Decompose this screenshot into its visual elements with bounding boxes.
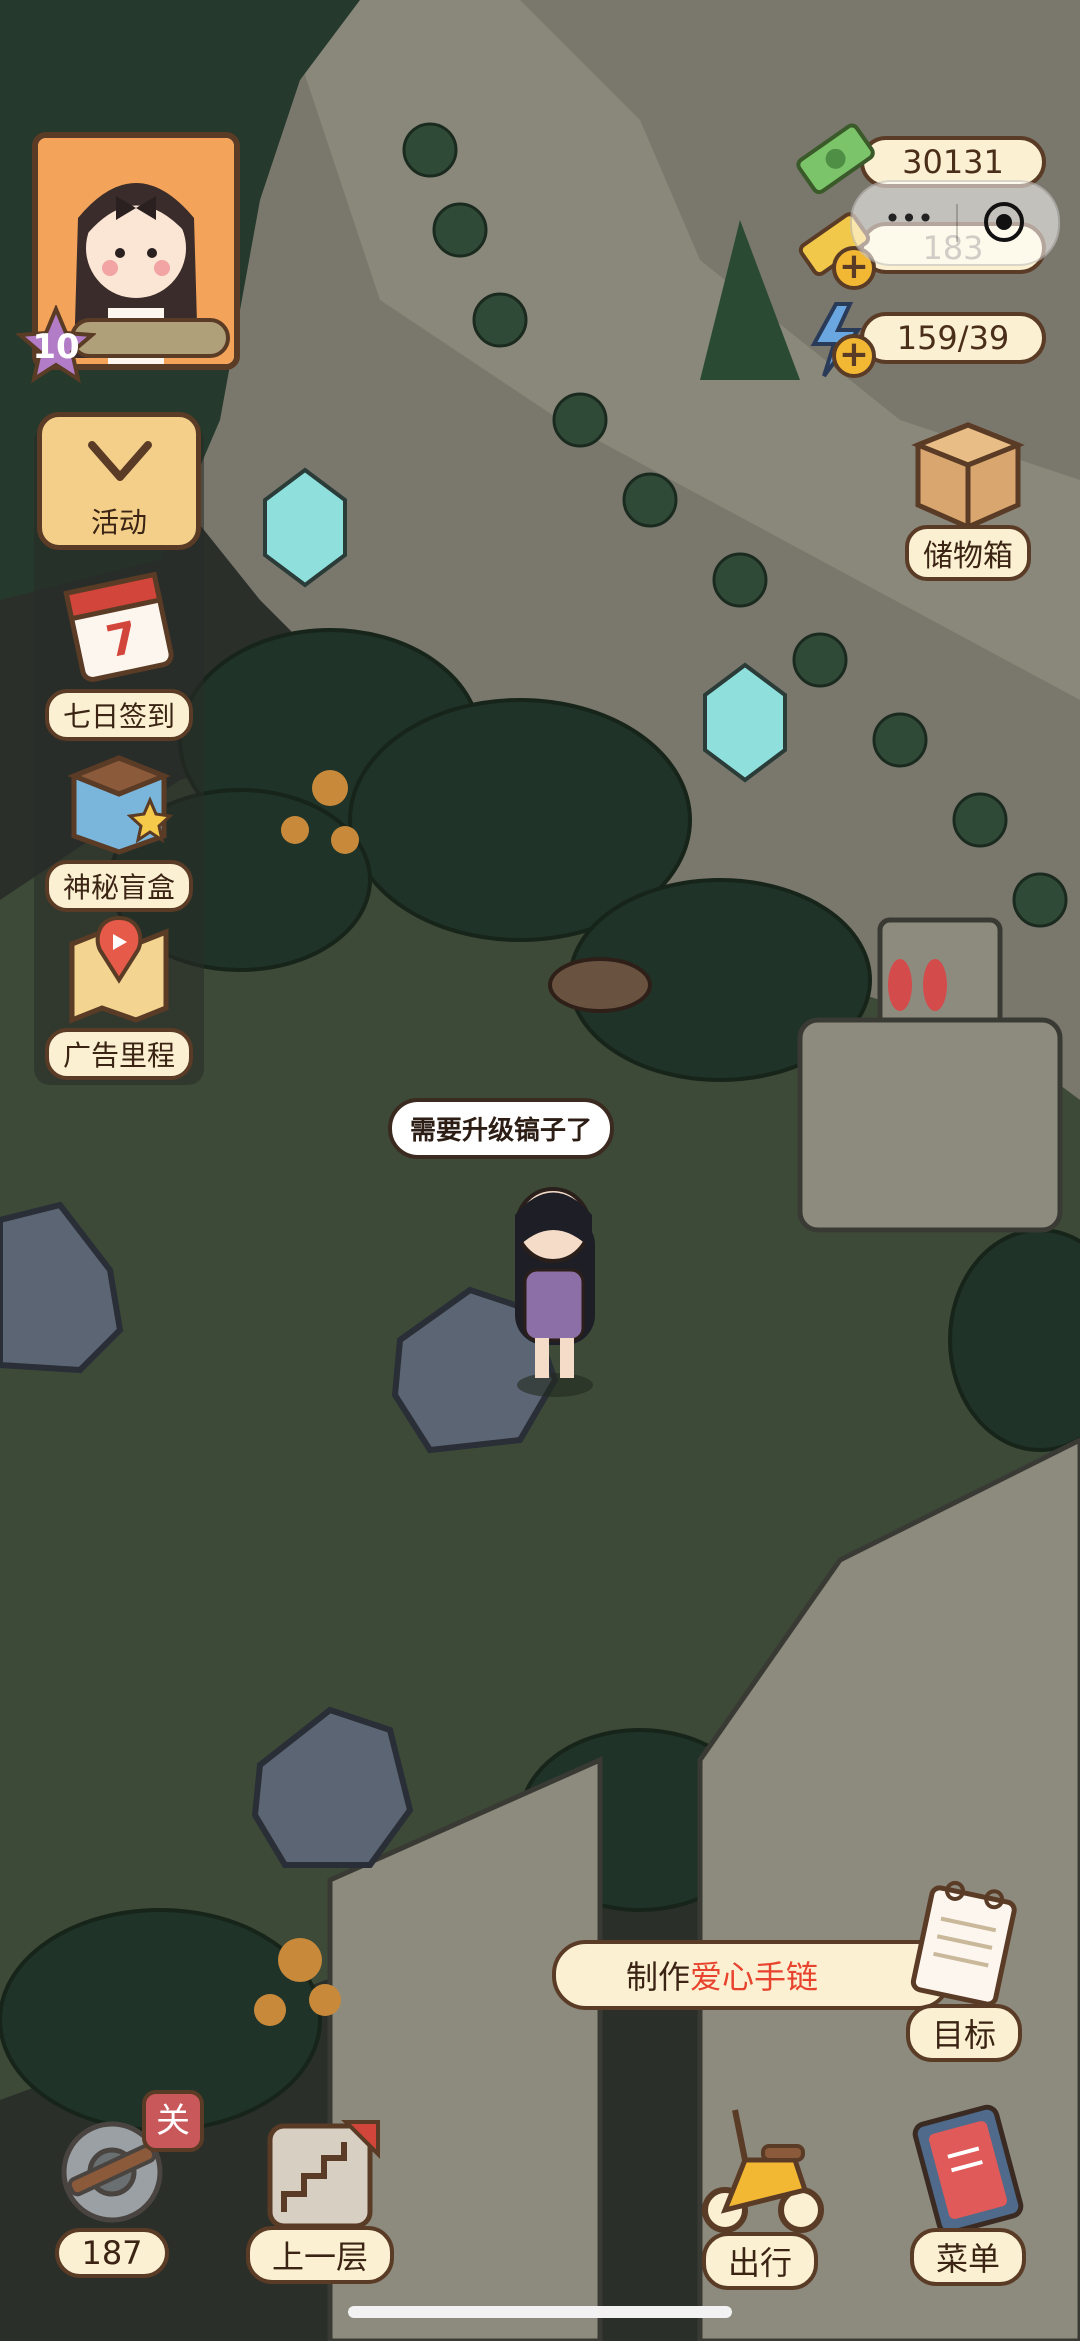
miniprogram-capsule: ••• — [850, 180, 1060, 266]
chevron-down-icon — [88, 441, 152, 481]
energy-counter: 159/39 — [860, 312, 1046, 364]
travel-button[interactable]: 出行 — [680, 2090, 840, 2290]
goal-item-name: 爱心手链 — [690, 1958, 819, 1996]
up-floor-button[interactable]: 上一层 — [240, 2108, 400, 2284]
book-icon — [912, 2104, 1024, 2236]
ad-mileage-button[interactable]: 广告里程 — [34, 908, 204, 1080]
speech-bubble: 需要升级镐子了 — [388, 1098, 615, 1159]
goal-label: 目标 — [905, 2004, 1022, 2062]
gear-badge-text: 关 — [156, 2101, 190, 2141]
mystery-box-icon — [67, 755, 174, 855]
mystery-box-button[interactable]: 神秘盲盒 — [34, 740, 204, 912]
speech-text: 需要升级镐子了 — [410, 1116, 593, 1146]
cash-value: 30131 — [902, 143, 1004, 181]
stairs-icon — [267, 2120, 380, 2229]
map-pin-icon — [69, 915, 169, 1024]
level-value: 10 — [32, 327, 80, 367]
gear-badge: 关 — [142, 2090, 204, 2152]
storage-box-label: 储物箱 — [905, 525, 1031, 581]
storage-box-button[interactable]: 储物箱 — [888, 405, 1048, 581]
seven-day-signin-label: 七日签到 — [44, 689, 193, 741]
gear-count: 187 — [55, 2228, 169, 2278]
notepad-icon — [910, 1880, 1017, 2007]
calendar-icon: 7 — [63, 571, 174, 682]
box-icon — [911, 422, 1025, 530]
capsule-divider — [956, 204, 958, 242]
ad-mileage-label: 广告里程 — [44, 1028, 193, 1080]
more-options-button[interactable]: ••• — [874, 202, 944, 235]
level-badge: 10 — [15, 303, 97, 385]
travel-label: 出行 — [701, 2232, 818, 2290]
mystery-box-label: 神秘盲盒 — [44, 860, 193, 912]
scooter-icon — [702, 2109, 824, 2233]
activity-button[interactable]: 活动 — [34, 412, 204, 550]
target-icon — [984, 202, 1024, 242]
home-indicator — [348, 2306, 732, 2318]
goal-button[interactable]: 目标 — [884, 1880, 1044, 2062]
cash-icon — [796, 123, 875, 195]
add-energy-button[interactable]: + — [832, 334, 876, 378]
close-miniprogram-button[interactable] — [982, 200, 1026, 244]
up-floor-label: 上一层 — [245, 2226, 394, 2284]
seven-day-signin-button[interactable]: 7 七日签到 — [34, 565, 204, 741]
energy-value: 159/39 — [896, 319, 1010, 357]
menu-button[interactable]: 菜单 — [888, 2100, 1048, 2286]
goal-prefix: 制作 — [626, 1958, 691, 1996]
activity-card: 活动 — [37, 412, 201, 550]
activity-label: 活动 — [90, 506, 147, 539]
menu-label: 菜单 — [909, 2228, 1026, 2286]
